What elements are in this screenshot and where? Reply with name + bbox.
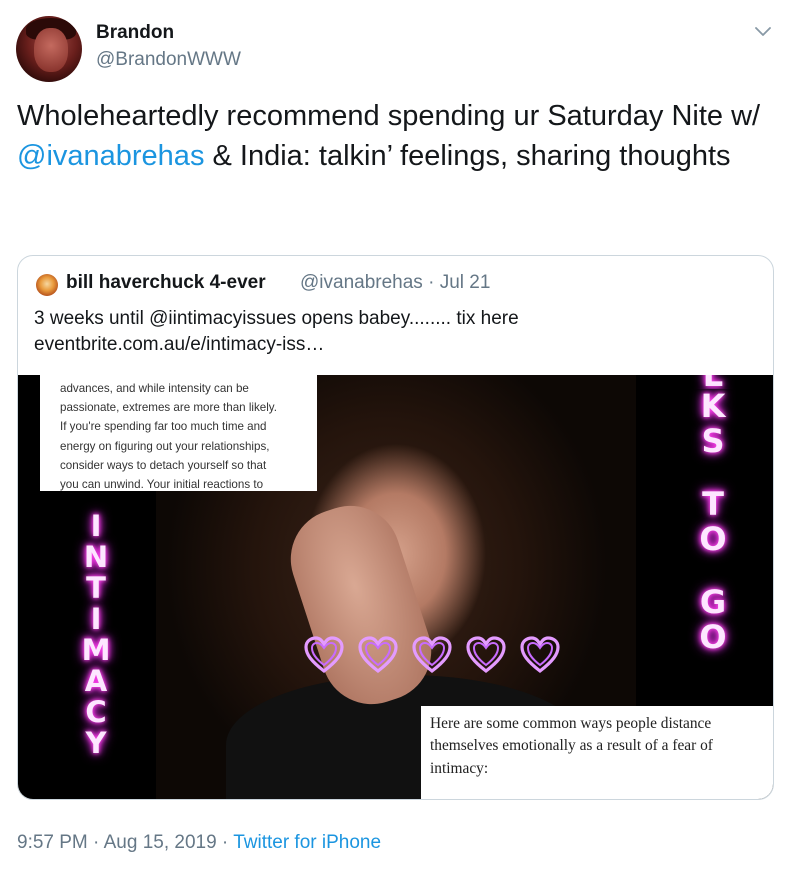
clip-bottom-line: themselves emotionally as a result of a … — [430, 737, 713, 755]
heart-outline-icon — [304, 636, 344, 674]
neon-letter: O — [699, 520, 727, 558]
neon-intimacy-text: I N T I M A C Y — [74, 511, 118, 759]
neon-letter: Y — [85, 726, 107, 760]
author-avatar[interactable] — [16, 16, 82, 82]
tweet-metadata: 9:57 PM · Aug 15, 2019 · Twitter for iPh… — [17, 832, 381, 854]
tweet-text-part1: Wholeheartedly recommend spending ur Sat… — [17, 100, 761, 132]
neon-letter: T — [702, 485, 724, 523]
neon-hearts-row — [301, 633, 563, 679]
author-display-name[interactable]: Brandon — [96, 22, 174, 44]
neon-letter: T — [86, 571, 106, 605]
neon-letter: G — [699, 583, 727, 621]
clip-top-line: consider ways to detach yourself so that — [60, 458, 267, 472]
neon-letter: I — [90, 509, 102, 543]
tweet-mention-link[interactable]: @ivanabrehas — [17, 140, 204, 172]
neon-letter: A — [84, 664, 108, 698]
tweet-text-part2: & India: talkin’ feelings, sharing thoug… — [204, 140, 731, 172]
quoted-author-name: bill haverchuck 4-ever — [66, 272, 266, 293]
tweet-date[interactable]: Aug 15, 2019 — [104, 832, 217, 853]
quoted-media-image[interactable]: advances, and while intensity can be pas… — [18, 375, 773, 799]
neon-letter: C — [85, 695, 107, 729]
chevron-down-icon[interactable] — [752, 20, 774, 42]
quoted-tweet-text: 3 weeks until @iintimacyissues opens bab… — [34, 306, 754, 358]
clip-top-line: you can unwind. Your initial reactions t… — [60, 478, 264, 492]
horoscope-text-clipping: advances, and while intensity can be pas… — [40, 375, 317, 491]
neon-letter: M — [81, 633, 111, 667]
photo-hand — [277, 492, 445, 718]
heart-outline-icon — [520, 636, 560, 674]
clip-top-line: energy on figuring out your relationship… — [60, 439, 270, 453]
clip-top-line: If you're spending far too much time and — [60, 420, 267, 434]
quoted-separator: · — [428, 272, 435, 293]
heart-outline-icon — [358, 636, 398, 674]
clip-top-line: passionate, extremes are more than likel… — [60, 401, 277, 415]
neon-letter: N — [83, 540, 109, 574]
clip-top-line: advances, and while intensity can be — [60, 382, 249, 395]
neon-gap — [688, 557, 738, 585]
neon-letter: K — [700, 387, 726, 425]
neon-letter: S — [701, 422, 725, 460]
neon-letter: I — [90, 602, 102, 636]
avatar-face — [34, 28, 68, 72]
heart-outline-icon — [412, 636, 452, 674]
neon-gap — [688, 459, 738, 487]
article-text-clipping: Here are some common ways people distanc… — [421, 706, 773, 799]
quoted-tweet-card[interactable]: bill haverchuck 4-ever @ivanabrehas · Ju… — [17, 255, 774, 800]
tweet-text: Wholeheartedly recommend spending ur Sat… — [17, 96, 777, 176]
neon-letter: O — [699, 618, 727, 656]
quoted-author-avatar — [36, 274, 58, 296]
meta-separator: · — [87, 832, 104, 853]
meta-separator: · — [216, 832, 234, 853]
quoted-author-meta: @ivanabrehas · Jul 21 — [300, 272, 490, 294]
neon-weeks-to-go-text: L K S T O G O — [688, 375, 738, 655]
clip-bottom-line: Here are some common ways people distanc… — [430, 715, 712, 732]
quoted-date: Jul 21 — [439, 272, 491, 293]
quoted-text-line2: eventbrite.com.au/e/intimacy-iss… — [34, 334, 325, 355]
quoted-author-handle: @ivanabrehas — [300, 272, 423, 293]
heart-outline-icon — [466, 636, 506, 674]
clip-bottom-line: intimacy: — [430, 759, 489, 777]
tweet-source-link[interactable]: Twitter for iPhone — [233, 832, 381, 853]
tweet-time[interactable]: 9:57 PM — [17, 832, 88, 853]
author-handle[interactable]: @BrandonWWW — [96, 49, 241, 71]
quoted-text-line1: 3 weeks until @iintimacyissues opens bab… — [34, 308, 519, 329]
